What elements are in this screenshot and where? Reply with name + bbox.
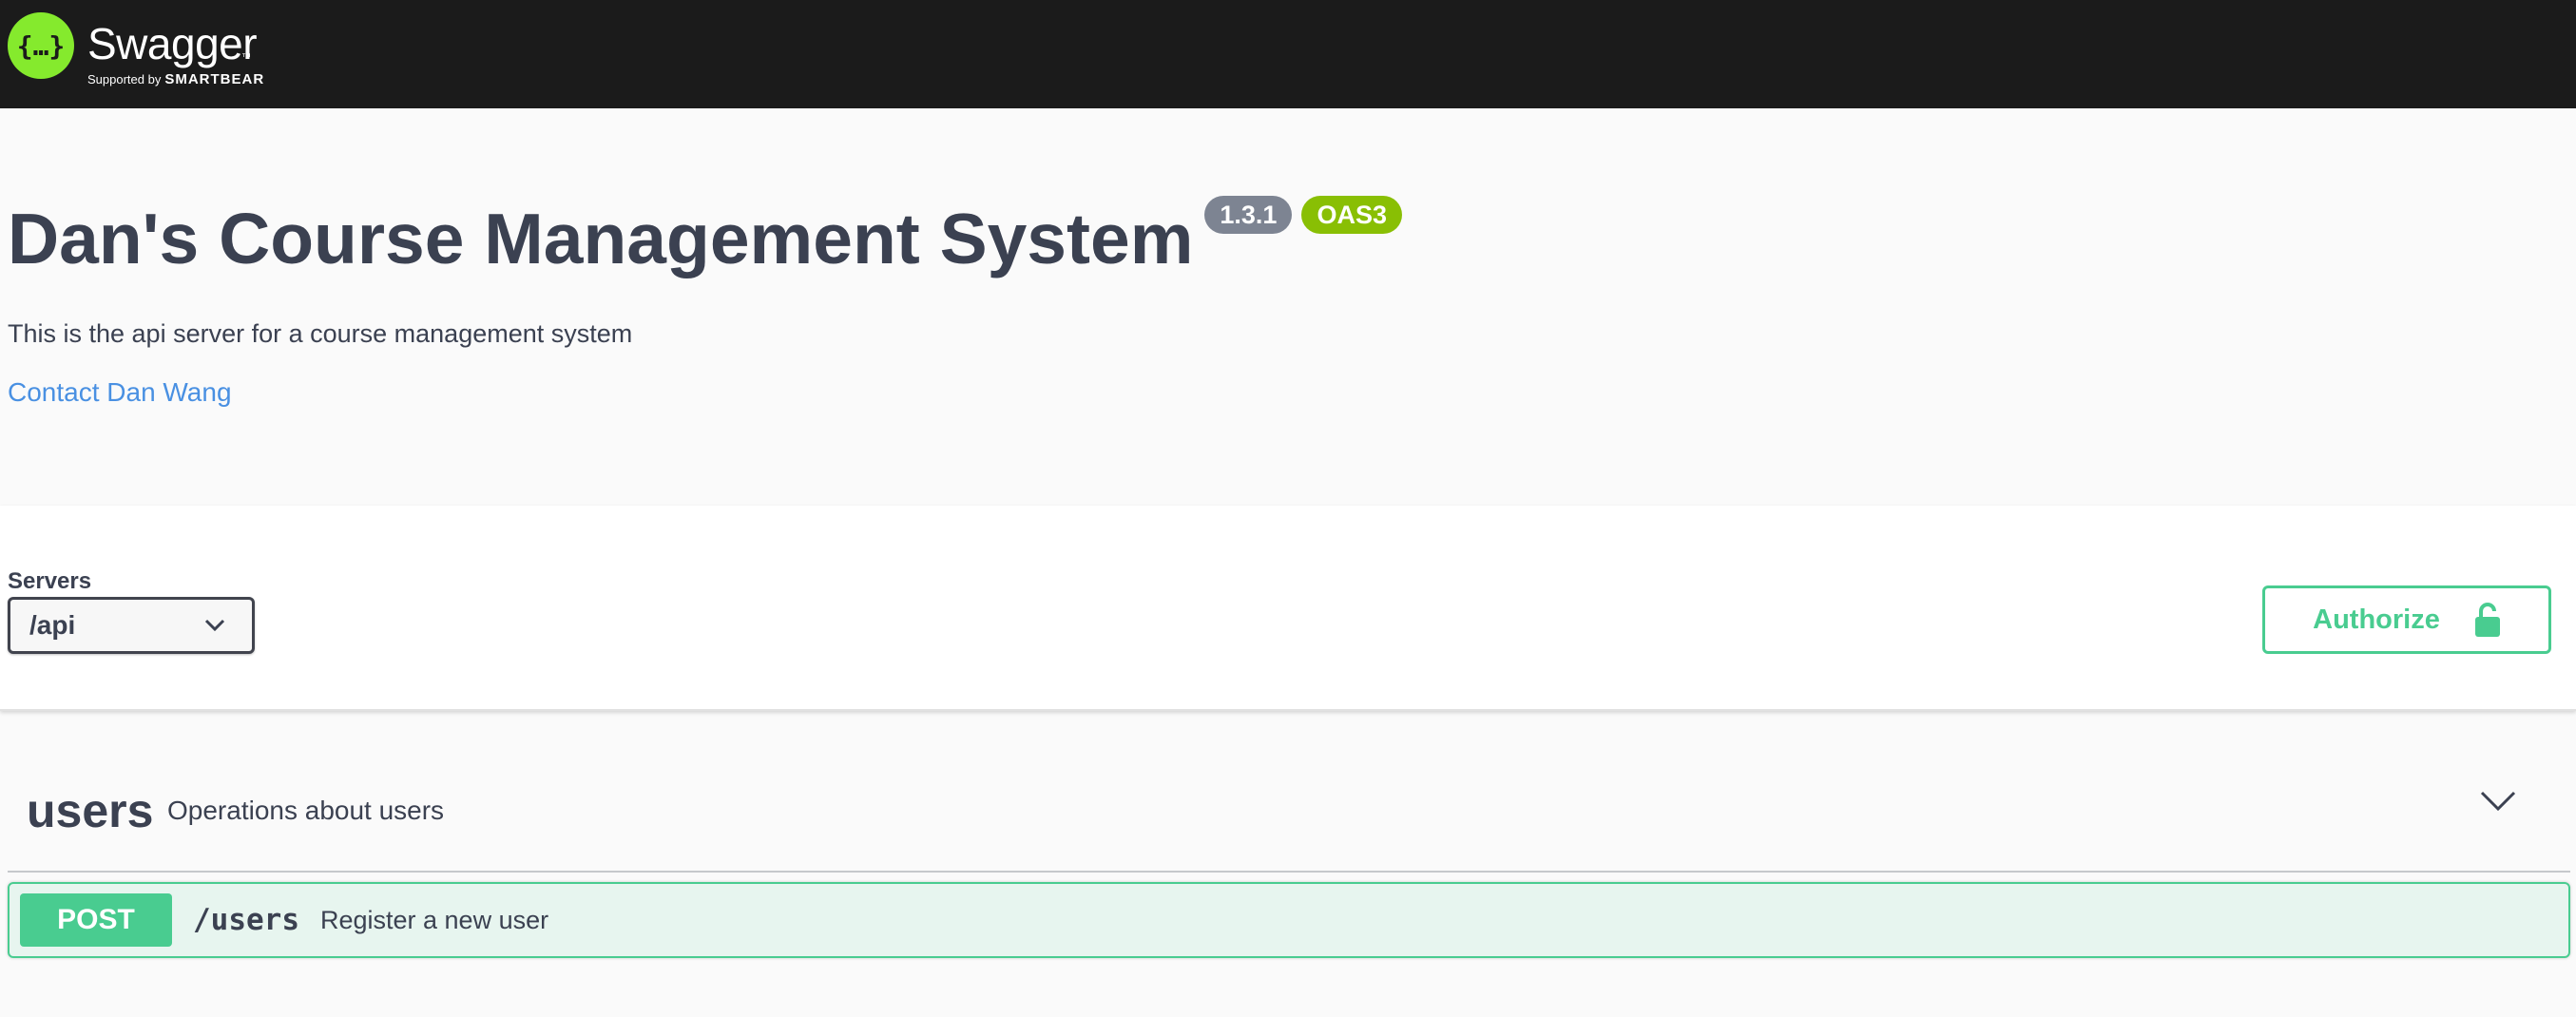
version-badge: 1.3.1: [1204, 196, 1293, 234]
contact-link[interactable]: Contact Dan Wang: [8, 377, 232, 408]
tag-users-header[interactable]: users Operations about users: [8, 760, 2570, 873]
brand-name: Swagger: [87, 19, 258, 68]
supported-by-label: Supported by: [87, 72, 162, 86]
brand-trademark: ™: [241, 52, 251, 63]
operation-path: /users: [193, 903, 299, 937]
authorize-button[interactable]: Authorize: [2262, 585, 2551, 654]
chevron-down-icon: [204, 619, 225, 632]
authorize-label: Authorize: [2313, 604, 2440, 635]
smartbear-wordmark: SMARTBEAR: [164, 71, 265, 87]
tag-name: users: [27, 784, 154, 837]
title-row: Dan's Course Management System 1.3.1 OAS…: [8, 196, 1402, 278]
oas-badge: OAS3: [1301, 196, 1402, 234]
operation-summary: Register a new user: [319, 905, 549, 934]
api-description: This is the api server for a course mana…: [8, 319, 633, 348]
servers-label: Servers: [8, 568, 92, 594]
selected-server: /api: [29, 610, 76, 640]
operation-post-users[interactable]: POST /users Register a new user: [8, 882, 2570, 958]
page-title: Dan's Course Management System: [8, 199, 1194, 278]
tag-description: Operations about users: [167, 796, 445, 825]
scheme-container: Servers /api Authorize: [0, 506, 2576, 711]
chevron-down-icon[interactable]: [2479, 789, 2517, 814]
method-badge: POST: [20, 893, 172, 947]
unlock-icon: [2474, 603, 2500, 637]
swagger-logo-icon: {…}: [8, 12, 74, 79]
topbar: {…} Swagger ™ Supported by SMARTBEAR: [0, 0, 2576, 108]
servers-select[interactable]: /api: [8, 597, 255, 654]
supported-by: Supported by SMARTBEAR: [87, 71, 264, 87]
swagger-brand-link[interactable]: {…} Swagger ™ Supported by SMARTBEAR: [8, 12, 297, 88]
svg-text:{…}: {…}: [17, 30, 65, 62]
api-info: Dan's Course Management System 1.3.1 OAS…: [0, 108, 2576, 506]
